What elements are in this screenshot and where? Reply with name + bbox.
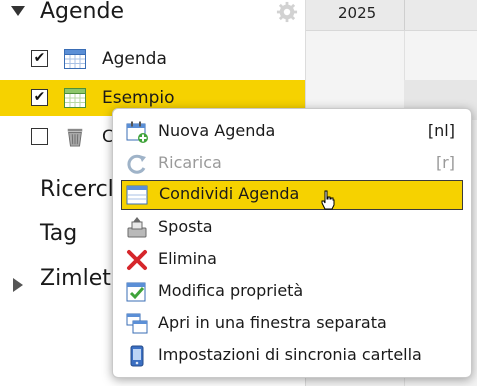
hand-cursor-icon: [321, 190, 335, 210]
tree-item-label: Esempio: [102, 88, 175, 108]
menu-item-move[interactable]: Sposta: [121, 213, 463, 243]
menu-item-label: Sposta: [158, 217, 213, 236]
nav-zimlets[interactable]: Zimlet: [40, 265, 111, 293]
menu-shortcut: [nl]: [427, 121, 455, 140]
menu-item-share-calendar[interactable]: Condividi Agenda: [121, 180, 463, 210]
menu-item-edit-properties[interactable]: Modifica proprietà: [121, 277, 463, 307]
sync-settings-icon: [130, 345, 144, 367]
new-window-icon: [126, 313, 148, 334]
tree-item-agenda[interactable]: ✔ Agenda: [0, 41, 305, 77]
calendars-section-header[interactable]: Agende: [0, 0, 305, 28]
new-calendar-icon: [126, 121, 148, 143]
menu-item-label: Condividi Agenda: [159, 184, 300, 203]
trash-checkbox[interactable]: [31, 128, 48, 145]
menu-shortcut: [r]: [435, 153, 455, 172]
agenda-checkbox[interactable]: ✔: [31, 50, 48, 67]
trash-icon: [67, 128, 83, 147]
menu-item-new-calendar[interactable]: Nuova Agenda [nl]: [121, 117, 463, 147]
move-icon: [127, 217, 147, 238]
menu-item-label: Elimina: [158, 249, 217, 268]
menu-item-reload[interactable]: Ricarica [r]: [121, 149, 463, 179]
menu-item-sync-settings[interactable]: Impostazioni di sincronia cartella: [121, 341, 463, 371]
collapse-triangle-icon[interactable]: [11, 6, 25, 16]
menu-item-delete[interactable]: Elimina: [121, 245, 463, 275]
calendar-green-icon: [64, 88, 86, 108]
year-label: 2025: [338, 4, 377, 22]
header-divider: [404, 0, 405, 30]
calendar-icon: [64, 49, 86, 69]
gear-icon[interactable]: [276, 1, 298, 23]
menu-item-label: Nuova Agenda: [158, 121, 276, 140]
calendar-header: 2025: [306, 0, 477, 31]
expand-triangle-icon[interactable]: [13, 278, 23, 292]
menu-item-label: Modifica proprietà: [158, 281, 304, 300]
reload-icon: [127, 154, 146, 174]
context-menu: Nuova Agenda [nl] Ricarica [r] Condividi…: [112, 108, 472, 378]
delete-icon: [127, 250, 147, 270]
properties-icon: [126, 282, 146, 302]
menu-item-label: Impostazioni di sincronia cartella: [158, 345, 422, 364]
nav-tags[interactable]: Tag: [40, 220, 77, 248]
menu-item-label: Ricarica: [158, 153, 222, 172]
esempio-checkbox[interactable]: ✔: [31, 89, 48, 106]
section-title: Agende: [40, 0, 124, 24]
share-calendar-icon: [126, 185, 148, 205]
nav-searches[interactable]: Ricercl: [40, 176, 114, 204]
menu-item-label: Apri in una finestra separata: [158, 313, 387, 332]
menu-item-open-new-window[interactable]: Apri in una finestra separata: [121, 309, 463, 339]
tree-item-label: Agenda: [102, 49, 167, 69]
